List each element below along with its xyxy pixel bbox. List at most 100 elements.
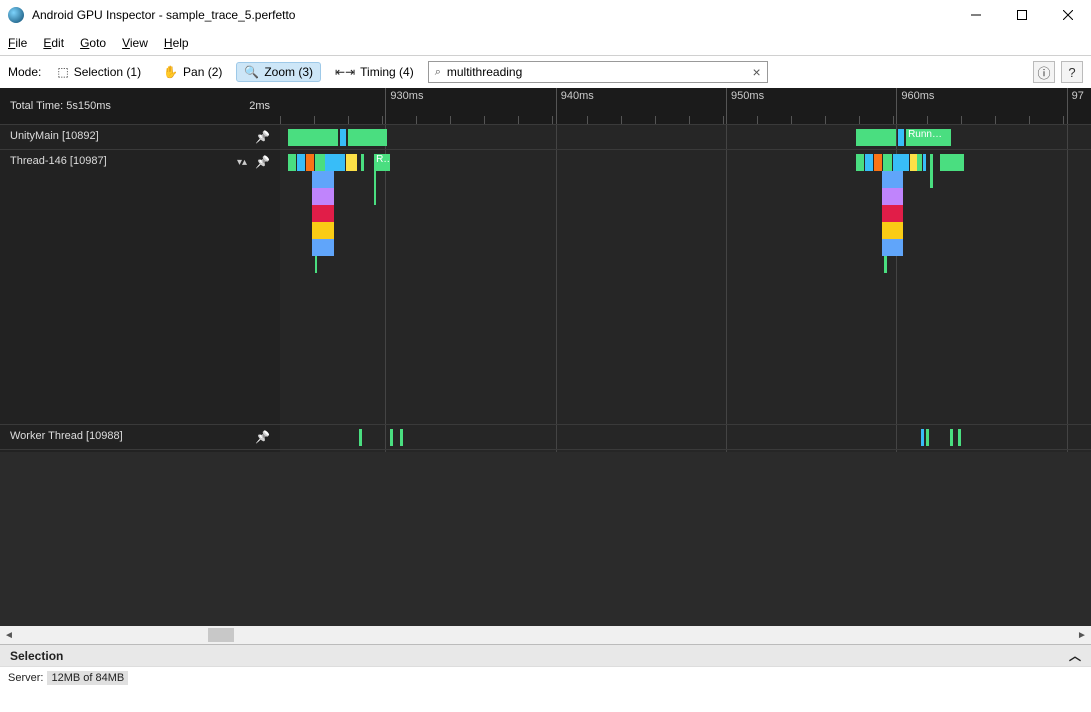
- trace-slice[interactable]: [361, 154, 364, 171]
- menubar: File Edit Goto View Help: [0, 30, 1091, 56]
- trace-slice[interactable]: [374, 171, 376, 188]
- scrollbar-track[interactable]: [18, 626, 1073, 644]
- trace-slice[interactable]: [297, 154, 305, 171]
- trace-slice[interactable]: [306, 154, 314, 171]
- trace-slice[interactable]: [917, 154, 922, 171]
- track-lane[interactable]: [280, 425, 1091, 449]
- trace-mark[interactable]: [950, 429, 953, 446]
- trace-slice[interactable]: [315, 154, 325, 171]
- trace-slice[interactable]: [923, 154, 926, 171]
- trace-slice[interactable]: [930, 154, 932, 171]
- menu-file[interactable]: File: [8, 36, 27, 50]
- mode-pan-button[interactable]: ✋ Pan (2): [155, 62, 230, 82]
- track-header[interactable]: UnityMain [10892]📌: [0, 125, 280, 150]
- minimize-button[interactable]: [953, 0, 999, 30]
- scrollbar-thumb[interactable]: [208, 628, 234, 642]
- mode-pan-label: Pan (2): [183, 65, 222, 79]
- info-button[interactable]: ⓘ: [1033, 61, 1055, 83]
- close-icon: [1063, 10, 1073, 20]
- mode-selection-button[interactable]: ⬚ Selection (1): [49, 62, 149, 82]
- mode-timing-button[interactable]: ⇤⇥ Timing (4): [327, 62, 422, 82]
- trace-mark[interactable]: [958, 429, 961, 446]
- selection-panel-header[interactable]: Selection ︿: [0, 644, 1091, 666]
- trace-slice[interactable]: [883, 154, 893, 171]
- track-header-icons: 📌: [255, 130, 270, 144]
- collapse-panel-icon[interactable]: ︿: [1069, 647, 1081, 664]
- menu-goto[interactable]: Goto: [80, 36, 106, 50]
- trace-slice[interactable]: Runn…: [906, 129, 951, 146]
- toolbar-right: ⓘ ?: [1033, 61, 1083, 83]
- trace-slice[interactable]: [882, 171, 903, 188]
- close-button[interactable]: [1045, 0, 1091, 30]
- trace-slice[interactable]: [874, 154, 882, 171]
- trace-slice[interactable]: [312, 171, 333, 188]
- trace-slice[interactable]: [893, 154, 909, 171]
- trace-slice[interactable]: [325, 154, 344, 171]
- trace-slice[interactable]: [312, 239, 333, 256]
- trace-slice[interactable]: [374, 188, 376, 205]
- track-lane[interactable]: R…: [280, 150, 1091, 424]
- maximize-button[interactable]: [999, 0, 1045, 30]
- mode-zoom-button[interactable]: 🔍 Zoom (3): [236, 62, 321, 82]
- trace-slice[interactable]: [315, 256, 317, 273]
- trace-slice[interactable]: [312, 222, 333, 239]
- trace-mark[interactable]: [359, 429, 362, 446]
- horizontal-scrollbar[interactable]: ◄ ►: [0, 626, 1091, 644]
- trace-slice[interactable]: [856, 154, 864, 171]
- track-row: UnityMain [10892]📌 Runn…: [0, 124, 1091, 149]
- track-header[interactable]: Worker Thread [10988]📌: [0, 425, 280, 450]
- trace-mark[interactable]: [400, 429, 403, 446]
- ruler-major-label: 97: [1072, 90, 1084, 102]
- menu-view[interactable]: View: [122, 36, 148, 50]
- trace-slice[interactable]: [882, 222, 903, 239]
- app-icon: [8, 7, 24, 23]
- detail-panel: [0, 452, 1091, 626]
- trace-slice[interactable]: [346, 154, 357, 171]
- trace-slice[interactable]: [930, 171, 932, 188]
- trace-slice[interactable]: [856, 129, 897, 146]
- track-name-label: Thread-146 [10987]: [10, 155, 107, 167]
- trace-slice[interactable]: [898, 129, 904, 146]
- trace-mark[interactable]: [390, 429, 393, 446]
- search-field[interactable]: ⌕ ×: [428, 61, 768, 83]
- track-header[interactable]: Thread-146 [10987] ▾▴ 📌: [0, 150, 280, 424]
- trace-slice[interactable]: [288, 154, 296, 171]
- scroll-right-button[interactable]: ►: [1073, 626, 1091, 644]
- trace-slice[interactable]: [340, 129, 346, 146]
- track-lane[interactable]: Runn…: [280, 125, 1091, 149]
- trace-mark[interactable]: [926, 429, 929, 446]
- trace-slice[interactable]: [910, 154, 916, 171]
- menu-help[interactable]: Help: [164, 36, 189, 50]
- gridline: [385, 150, 386, 424]
- trace-slice[interactable]: [884, 256, 886, 273]
- collapse-track-icon[interactable]: ▾▴: [237, 157, 247, 168]
- scroll-left-button[interactable]: ◄: [0, 626, 18, 644]
- trace-slice[interactable]: [312, 205, 333, 222]
- pin-icon[interactable]: 📌: [255, 430, 270, 444]
- ruler-major-label: 930ms: [390, 90, 423, 102]
- trace-slice[interactable]: R…: [374, 154, 390, 171]
- trace-slice[interactable]: [865, 154, 873, 171]
- tracks-container: UnityMain [10892]📌 Runn… Thread-146 [10987…: [0, 124, 1091, 474]
- clear-search-button[interactable]: ×: [753, 64, 761, 80]
- trace-slice[interactable]: [882, 188, 903, 205]
- ruler-minor-tick: [450, 116, 451, 124]
- trace-slice[interactable]: [348, 129, 387, 146]
- menu-edit[interactable]: Edit: [43, 36, 64, 50]
- gridline: [1067, 125, 1068, 149]
- help-button[interactable]: ?: [1061, 61, 1083, 83]
- pin-icon[interactable]: 📌: [255, 155, 270, 169]
- ruler-minor-tick: [348, 116, 349, 124]
- ruler-minor-tick: [382, 116, 383, 124]
- trace-slice[interactable]: [312, 188, 333, 205]
- trace-slice[interactable]: [882, 205, 903, 222]
- trace-slice[interactable]: [288, 129, 338, 146]
- pin-icon[interactable]: 📌: [255, 130, 270, 144]
- time-ruler[interactable]: 930ms940ms950ms960ms97: [280, 88, 1091, 124]
- trace-slice[interactable]: [940, 154, 964, 171]
- search-input[interactable]: [447, 65, 747, 79]
- ruler-minor-tick: [961, 116, 962, 124]
- trace-slice[interactable]: [882, 239, 903, 256]
- trace-mark[interactable]: [921, 429, 924, 446]
- mode-zoom-label: Zoom (3): [264, 65, 313, 79]
